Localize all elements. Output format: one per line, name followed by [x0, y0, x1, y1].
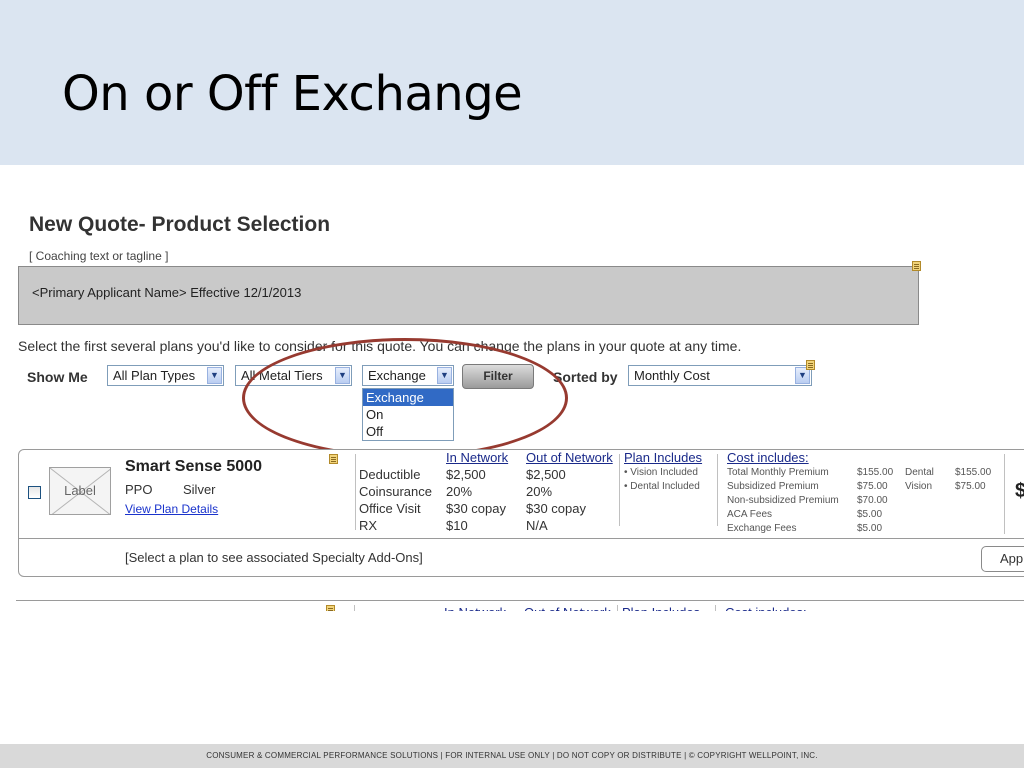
metal-tiers-value: All Metal Tiers [241, 368, 323, 383]
cost-value: $70.00 [857, 495, 888, 506]
plan-tier: Silver [183, 482, 216, 497]
benefit-out-value: N/A [526, 518, 548, 533]
chevron-down-icon[interactable]: ▼ [335, 367, 350, 384]
column-divider [355, 454, 356, 530]
addon-cost-label: Dental [905, 467, 934, 478]
benefit-label: Coinsurance [359, 484, 432, 499]
plan-includes-item: • Dental Included [624, 481, 700, 492]
cost-label: Exchange Fees [727, 523, 797, 534]
applicant-info: <Primary Applicant Name> Effective 12/1/… [32, 285, 302, 300]
note-icon[interactable] [912, 261, 921, 271]
benefit-in-value: $30 copay [446, 501, 506, 516]
slide-header: On or Off Exchange [0, 0, 1024, 165]
benefit-label: Deductible [359, 467, 421, 482]
cost-label: Total Monthly Premium [727, 467, 829, 478]
chevron-down-icon[interactable]: ▼ [207, 367, 222, 384]
footer-text: CONSUMER & COMMERCIAL PERFORMANCE SOLUTI… [206, 751, 818, 760]
benefit-out-value: $30 copay [526, 501, 586, 516]
plan-types-value: All Plan Types [113, 368, 196, 383]
cost-value: $5.00 [857, 509, 883, 520]
slide-footer: CONSUMER & COMMERCIAL PERFORMANCE SOLUTI… [0, 744, 1024, 768]
cost-includes-header[interactable]: Cost includes: [727, 450, 809, 465]
benefit-out-value: 20% [526, 484, 553, 499]
add-plan-button[interactable]: App [981, 546, 1024, 572]
sorted-by-label: Sorted by [553, 369, 618, 385]
cost-value: $75.00 [857, 481, 888, 492]
exchange-option-on[interactable]: On [363, 406, 453, 423]
plan-types-select[interactable]: All Plan Types ▼ [107, 365, 224, 386]
exchange-select[interactable]: Exchange ▼ [362, 365, 454, 386]
coaching-text: [ Coaching text or tagline ] [29, 249, 169, 263]
benefit-out-value: $2,500 [526, 467, 566, 482]
cost-label: ACA Fees [727, 509, 773, 520]
page-heading: New Quote- Product Selection [29, 213, 331, 236]
slide-title: On or Off Exchange [62, 66, 523, 122]
plan-card: Label Smart Sense 5000 PPO Silver View P… [18, 449, 1024, 577]
applicant-bar: <Primary Applicant Name> Effective 12/1/… [18, 266, 919, 325]
sort-value: Monthly Cost [634, 368, 710, 383]
plan-select-checkbox[interactable] [28, 486, 41, 499]
note-icon[interactable] [329, 454, 338, 464]
column-divider [619, 454, 620, 526]
column-divider [1004, 454, 1005, 534]
instructions-text: Select the first several plans you'd lik… [18, 338, 742, 354]
sort-select[interactable]: Monthly Cost ▼ [628, 365, 812, 386]
specialty-addons-text: [Select a plan to see associated Special… [125, 550, 423, 565]
cost-value: $155.00 [857, 467, 894, 478]
addon-cost-value: $155.00 [955, 467, 992, 478]
plan-name: Smart Sense 5000 [125, 458, 262, 475]
addon-cost-label: Vision [905, 481, 933, 492]
plan-includes-header[interactable]: Plan Includes [624, 450, 702, 465]
filter-button[interactable]: Filter [462, 364, 534, 389]
benefit-in-value: 20% [446, 484, 473, 499]
exchange-option-exchange[interactable]: Exchange [363, 389, 453, 406]
plan-price: $ [1015, 480, 1024, 502]
addon-cost-value: $75.00 [955, 481, 986, 492]
chevron-down-icon[interactable]: ▼ [437, 367, 452, 384]
out-of-network-header[interactable]: Out of Network [526, 450, 613, 465]
plan-card-divider [19, 538, 1024, 539]
image-placeholder-label: Label [64, 483, 96, 498]
view-plan-details-link[interactable]: View Plan Details [125, 502, 218, 516]
column-divider [717, 454, 718, 526]
benefit-in-value: $10 [446, 518, 468, 533]
metal-tiers-select[interactable]: All Metal Tiers ▼ [235, 365, 352, 386]
note-icon[interactable] [806, 360, 815, 370]
cost-label: Non-subsidized Premium [727, 495, 839, 506]
slide-body-background [0, 611, 1024, 743]
show-me-label: Show Me [27, 369, 88, 385]
cost-label: Subsidized Premium [727, 481, 819, 492]
cost-value: $5.00 [857, 523, 883, 534]
benefit-in-value: $2,500 [446, 467, 486, 482]
plan-includes-item: • Vision Included [624, 467, 698, 478]
plan-image-placeholder: Label [49, 467, 111, 515]
exchange-option-off[interactable]: Off [363, 423, 453, 440]
exchange-value: Exchange [368, 368, 426, 383]
benefit-label: RX [359, 518, 378, 533]
benefit-label: Office Visit [359, 501, 421, 516]
in-network-header[interactable]: In Network [446, 450, 508, 465]
plan-type: PPO [125, 482, 153, 497]
exchange-dropdown-list: Exchange On Off [362, 388, 454, 441]
